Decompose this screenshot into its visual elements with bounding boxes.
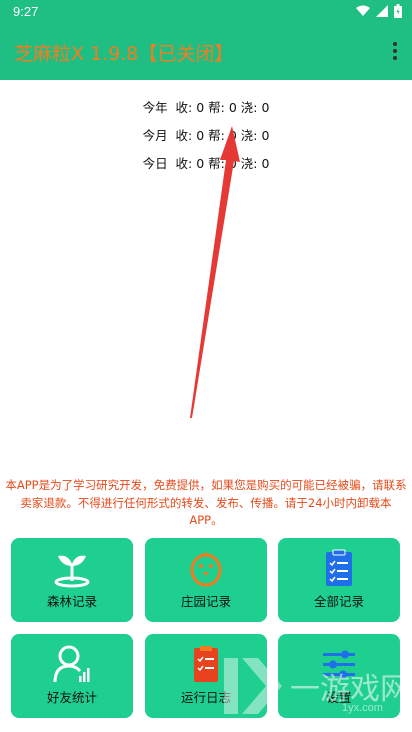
- sprout-icon: [54, 555, 90, 588]
- friend-stats-button[interactable]: 好友统计: [11, 634, 133, 718]
- wifi-icon: [356, 5, 370, 16]
- user-stats-icon: [53, 645, 90, 683]
- stats-panel: 今年 收: 0 帮: 0 浇: 0 今月 收: 0 帮: 0 浇: 0 今日 收…: [0, 98, 412, 182]
- tile-label: 全部记录: [313, 594, 364, 609]
- status-bar: 9:27: [0, 0, 412, 24]
- log-book-icon: [194, 646, 218, 682]
- tile-label: 好友统计: [46, 690, 97, 705]
- tile-label: 运行日志: [180, 690, 231, 705]
- tile-label: 设置: [326, 690, 352, 705]
- tile-label: 森林记录: [46, 594, 97, 609]
- farm-records-button[interactable]: 庄园记录: [145, 538, 267, 622]
- stat-label: 今日: [142, 156, 168, 171]
- all-records-button[interactable]: 全部记录: [278, 538, 400, 622]
- disclaimer-text: 本APP是为了学习研究开发，免费提供，如果您是购买的可能已经被骗，请联系卖家退款…: [5, 478, 407, 527]
- stat-value: 收: 0 帮: 0 浇: 0: [175, 128, 270, 143]
- more-vert-icon[interactable]: [392, 42, 398, 62]
- stat-row-month: 今月 收: 0 帮: 0 浇: 0: [0, 126, 412, 154]
- signal-icon: [376, 5, 388, 17]
- status-icons: [356, 4, 402, 18]
- stat-value: 收: 0 帮: 0 浇: 0: [175, 100, 270, 115]
- app-bar: 芝麻粒X 1.9.8【已关闭】: [0, 24, 412, 80]
- stat-value: 收: 0 帮: 0 浇: 0: [175, 156, 270, 171]
- run-log-button[interactable]: 运行日志: [145, 634, 267, 718]
- stat-row-day: 今日 收: 0 帮: 0 浇: 0: [0, 154, 412, 182]
- chick-icon: [190, 552, 222, 587]
- stat-label: 今月: [142, 128, 168, 143]
- settings-sliders-icon: [323, 650, 355, 679]
- app-title: 芝麻粒X 1.9.8【已关闭】: [14, 43, 234, 65]
- stat-label: 今年: [142, 100, 168, 115]
- tile-label: 庄园记录: [180, 594, 231, 609]
- settings-button[interactable]: 设置: [278, 634, 400, 718]
- battery-icon: [394, 4, 402, 18]
- stat-row-year: 今年 收: 0 帮: 0 浇: 0: [0, 98, 412, 126]
- clipboard-list-icon: [326, 549, 352, 586]
- status-time: 9:27: [13, 4, 39, 19]
- forest-records-button[interactable]: 森林记录: [11, 538, 133, 622]
